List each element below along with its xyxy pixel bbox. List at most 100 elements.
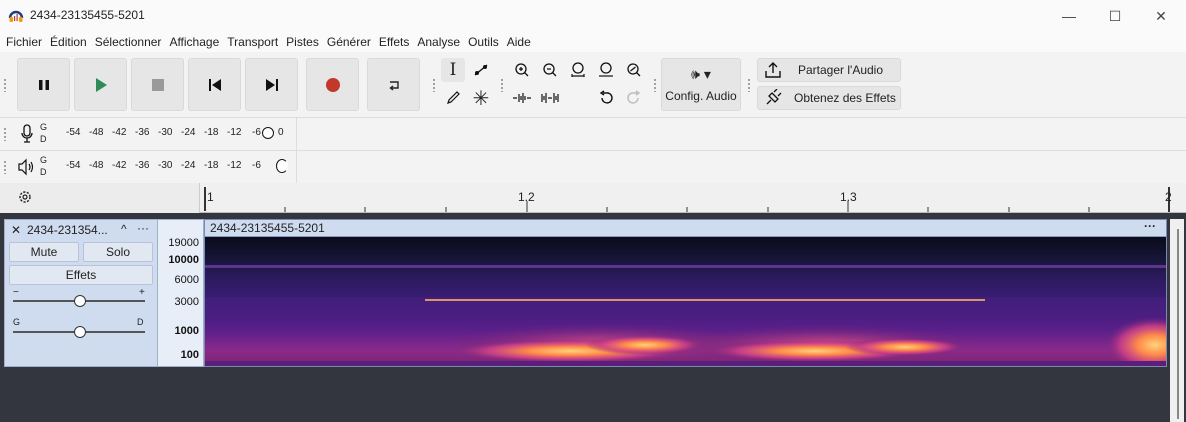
stop-button[interactable] [131, 58, 184, 111]
share-audio-button[interactable]: Partager l'Audio [757, 58, 901, 82]
menu-tools[interactable]: Outils [468, 35, 499, 49]
skip-to-start-button[interactable] [188, 58, 241, 111]
playback-meter-grip[interactable] [3, 160, 7, 174]
menu-analyze[interactable]: Analyse [417, 35, 460, 49]
frequency-label: 6000 [174, 274, 199, 286]
clip-name[interactable]: 2434-23135455-5201 [210, 221, 325, 235]
meter-tick: -30 [158, 127, 173, 138]
clip-menu-button[interactable]: ··· [1144, 219, 1156, 233]
mute-button[interactable]: Mute [9, 242, 79, 262]
meter-tick: -36 [135, 127, 150, 138]
envelope-tool-button[interactable] [469, 58, 493, 82]
minimize-button[interactable]: — [1046, 0, 1092, 32]
stop-icon [151, 78, 164, 91]
scrollbar-thumb[interactable] [1177, 229, 1179, 419]
toolbar-grip[interactable] [3, 78, 7, 92]
spectrogram[interactable] [205, 237, 1166, 366]
meter-tick: -18 [204, 160, 219, 171]
gain-minus-label: − [13, 287, 19, 298]
clip-header[interactable]: 2434-23135455-5201 ··· [205, 219, 1166, 237]
zoom-toggle-icon [627, 63, 641, 77]
ruler-options-area [0, 183, 200, 213]
meter-tick: -6 [252, 160, 261, 171]
silence-icon [541, 93, 559, 103]
close-track-icon[interactable]: ✕ [11, 223, 21, 237]
loop-button[interactable] [367, 58, 420, 111]
menu-view[interactable]: Affichage [169, 35, 219, 49]
fit-selection-button[interactable] [566, 58, 590, 82]
undo-icon [599, 90, 613, 104]
menu-transport[interactable]: Transport [227, 35, 278, 49]
pause-button[interactable] [17, 58, 70, 111]
asterisk-icon: ✳ [472, 87, 490, 110]
maximize-button[interactable]: ☐ [1092, 0, 1138, 32]
collapse-track-icon[interactable]: ^ [121, 222, 127, 236]
meter-tick: -54 [66, 127, 81, 138]
pause-icon [38, 79, 49, 90]
solo-button[interactable]: Solo [83, 242, 153, 262]
recording-meter[interactable]: -54 -48 -42 -36 -30 -24 -18 -12 -6 0 [52, 118, 288, 150]
pan-slider-knob[interactable] [74, 326, 86, 338]
track-menu-button[interactable]: ··· [137, 221, 149, 235]
vertical-scrollbar[interactable] [1170, 219, 1184, 422]
title-bar: 2434-23135455-5201 — ☐ ✕ [0, 0, 1186, 32]
pan-right-label: D [137, 317, 144, 327]
skip-to-end-button[interactable] [245, 58, 298, 111]
share-grip[interactable] [747, 78, 751, 92]
timeline-ruler[interactable]: 1 1.2 1.3 2 [0, 183, 1186, 213]
track-area[interactable]: ✕ 2434-231354... ^ ··· Mute Solo Effets … [0, 213, 1186, 422]
audacity-window: 2434-23135455-5201 — ☐ ✕ Fichier Édition… [0, 0, 1186, 422]
menu-effects[interactable]: Effets [379, 35, 409, 49]
playback-level-knob[interactable] [276, 159, 288, 173]
play-button[interactable] [74, 58, 127, 111]
trim-audio-button[interactable] [510, 86, 534, 110]
menu-help[interactable]: Aide [507, 35, 531, 49]
meter-tick: -48 [89, 127, 104, 138]
record-meter-grip[interactable] [3, 127, 7, 141]
gain-slider-knob[interactable] [74, 295, 86, 307]
playback-meter[interactable]: -54 -48 -42 -36 -30 -24 -18 -12 -6 [52, 151, 288, 183]
close-button[interactable]: ✕ [1138, 0, 1184, 32]
audio-setup-button[interactable]: 🕪 ▾ Config. Audio [661, 58, 741, 111]
selection-tool-button[interactable]: I [441, 58, 465, 82]
timeline-settings-icon[interactable] [17, 189, 33, 210]
silence-audio-button[interactable] [538, 86, 562, 110]
meter-tick: -6 [252, 127, 261, 138]
track-name[interactable]: 2434-231354... [27, 223, 119, 237]
tools-grip[interactable] [432, 78, 436, 92]
record-level-knob[interactable] [262, 127, 274, 139]
meter-tick: -42 [112, 160, 127, 171]
redo-icon [627, 90, 641, 104]
get-effects-button[interactable]: Obtenez des Effets [757, 86, 901, 110]
zoom-out-button[interactable] [538, 58, 562, 82]
undo-button[interactable] [594, 86, 618, 110]
draw-tool-button[interactable] [441, 86, 465, 110]
fit-project-button[interactable] [594, 58, 618, 82]
menu-generate[interactable]: Générer [327, 35, 371, 49]
audio-setup-grip[interactable] [653, 78, 657, 92]
edit-grip[interactable] [500, 78, 504, 92]
zoom-in-button[interactable] [510, 58, 534, 82]
multi-tool-button[interactable]: ✳ [469, 86, 493, 110]
track-control-panel[interactable]: ✕ 2434-231354... ^ ··· Mute Solo Effets … [4, 219, 158, 367]
record-button[interactable] [306, 58, 359, 111]
menu-edit[interactable]: Édition [50, 35, 87, 49]
menu-file[interactable]: Fichier [6, 35, 42, 49]
effects-button[interactable]: Effets [9, 265, 153, 285]
zoom-toggle-button[interactable] [622, 58, 646, 82]
meter-tick: -12 [227, 127, 242, 138]
meter-tick: -18 [204, 127, 219, 138]
skip-end-icon [265, 78, 278, 91]
menu-tracks[interactable]: Pistes [286, 35, 319, 49]
recording-meter-toolbar: G D -54 -48 -42 -36 -30 -24 -18 -12 -6 0 [0, 118, 1186, 151]
frequency-scale[interactable]: 19000 10000 6000 3000 1000 100 [158, 219, 204, 367]
speaker-icon [17, 158, 37, 181]
meter-left-channel-label: G [40, 155, 48, 165]
frequency-label: 1000 [174, 325, 199, 337]
menu-select[interactable]: Sélectionner [95, 35, 162, 49]
window-title: 2434-23135455-5201 [30, 8, 145, 22]
audio-clip[interactable]: 2434-23135455-5201 ··· [204, 219, 1167, 367]
redo-button[interactable] [622, 86, 646, 110]
meter-right-channel-label: D [40, 134, 47, 144]
envelope-icon [474, 64, 488, 76]
